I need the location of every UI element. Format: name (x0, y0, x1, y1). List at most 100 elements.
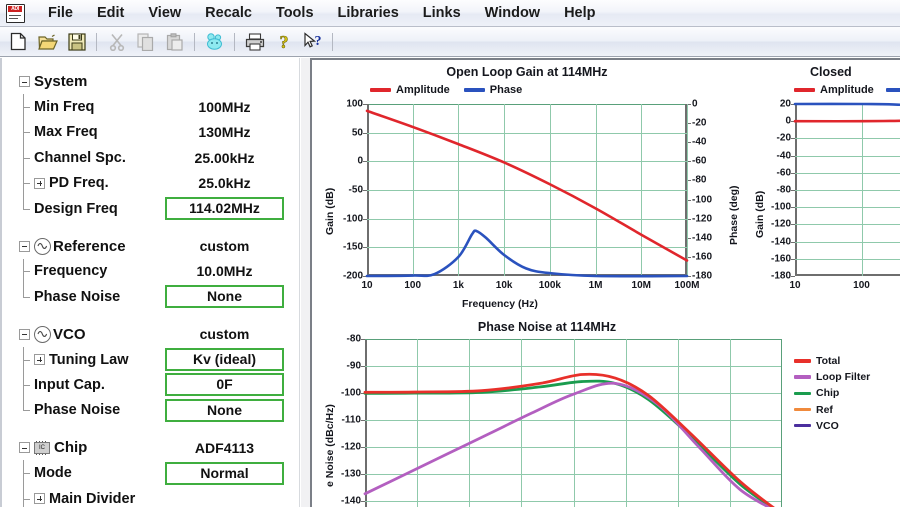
tree-group-value: custom (199, 238, 250, 255)
series-layer (365, 109, 689, 278)
x-tick-label: 100 (853, 280, 870, 291)
tree-row-label: Mode (34, 465, 72, 482)
series-loop-filter (363, 381, 772, 507)
print-icon[interactable] (241, 28, 268, 55)
legend-item-phase: Phase (463, 84, 522, 96)
tree-row-min-freq[interactable]: Min Freq 100MHz (2, 94, 299, 121)
series-phase (365, 229, 689, 278)
open-folder-icon[interactable] (34, 28, 61, 55)
tree-expander-minus-icon[interactable] (19, 76, 30, 88)
series-amplitude (365, 109, 689, 262)
y-tick-label: -150 (342, 241, 363, 253)
tree-row-phase-noise[interactable]: Phase Noise None (2, 397, 299, 423)
y-tick-label: -200 (342, 270, 363, 282)
menu-links[interactable]: Links (413, 2, 471, 24)
tree-row-phase-noise[interactable]: Phase Noise None (2, 284, 299, 309)
series-phase (793, 102, 900, 107)
tree-row-design-freq[interactable]: Design Freq 114.02MHz (2, 195, 299, 221)
y-tick-label: -80 (346, 333, 361, 345)
tree-group-vco[interactable]: VCO custom (2, 322, 299, 347)
recalc-icon[interactable] (201, 28, 228, 55)
tree-row-value[interactable]: 0F (165, 373, 284, 397)
x-tick-label: 10 (361, 280, 373, 291)
y-tick-label: -140 (692, 232, 713, 244)
legend-swatch-ref (794, 407, 811, 412)
tree-row-mode[interactable]: Mode Normal (2, 460, 299, 487)
tree-row-pd-freq[interactable]: PD Freq. 25.0kHz (2, 170, 299, 197)
closed-loop-legend: Amplitude (794, 84, 900, 96)
tree-row-tuning-law[interactable]: Tuning Law Kv (ideal) (2, 346, 299, 373)
tree-connector (19, 397, 31, 423)
open-loop-ylabel-right: Phase (deg) (728, 185, 740, 245)
tree-expander-minus-icon[interactable] (19, 240, 30, 252)
y-tick-label: -160 (770, 253, 791, 265)
copy-icon (132, 28, 159, 55)
menu-file[interactable]: File (38, 2, 83, 24)
new-document-icon[interactable] (5, 28, 32, 55)
tree-row-input-cap[interactable]: Input Cap. 0F (2, 372, 299, 399)
y-tick-label: -20 (776, 132, 791, 144)
chart-closed-loop-gain: Closed Amplitude Gain (dB) 20 0 -20 -40 -60-… (742, 60, 900, 315)
tree-expander-plus-icon[interactable] (34, 177, 45, 189)
y-tick-label: -100 (340, 387, 361, 399)
tree-expander-plus-icon[interactable] (34, 493, 45, 505)
tree-row-frequency[interactable]: Frequency 10.0MHz (2, 258, 299, 285)
tree-row-value: 25.0kHz (198, 175, 251, 192)
tree-row-label: Max Freq (34, 124, 98, 141)
help-pointer-icon[interactable]: ? (299, 28, 326, 55)
x-tick-label: 10k (495, 280, 513, 291)
tree-connector (19, 460, 31, 487)
sine-wave-icon (34, 325, 51, 343)
tree-row-max-freq[interactable]: Max Freq 130MHz (2, 119, 299, 146)
y-tick-label: -40 (692, 136, 707, 148)
open-loop-plot-area[interactable]: 100 50 0 -50 -100 -150 -200 0 -20 -40 -60 -80 -100 -1… (343, 99, 712, 292)
tree-group-gap (2, 423, 299, 435)
tree-connector (19, 372, 31, 399)
tree-row-channel-spc[interactable]: Channel Spc. 25.00kHz (2, 145, 299, 171)
legend-item-chip: Chip (794, 387, 870, 399)
save-floppy-icon[interactable] (63, 28, 90, 55)
x-tick-label: 10M (631, 280, 652, 291)
legend-label-amplitude: Amplitude (820, 84, 874, 96)
tree-group-reference[interactable]: Reference custom (2, 233, 299, 258)
tree-row-value: 10.0MHz (196, 263, 253, 280)
menu-edit[interactable]: Edit (87, 2, 134, 24)
tree-row-value[interactable]: None (165, 285, 284, 309)
menu-help[interactable]: Help (554, 2, 605, 24)
tree-expander-minus-icon[interactable] (19, 442, 30, 454)
legend-label-total: Total (816, 355, 841, 367)
help-question-icon[interactable]: ? (270, 28, 297, 55)
tree-connector (19, 346, 31, 373)
tree-group-system[interactable]: System (2, 69, 299, 94)
tree-row-value[interactable]: 114.02MHz (165, 197, 284, 221)
y-tick-label: -100 (692, 194, 713, 206)
y-tick-label: -110 (341, 414, 361, 426)
gridline-v (687, 104, 688, 276)
tree-row-value[interactable]: Kv (ideal) (165, 348, 284, 372)
legend-item-amplitude: Amplitude (794, 84, 874, 96)
y-tick-label: -100 (342, 213, 363, 225)
tree-expander-plus-icon[interactable] (34, 354, 45, 366)
phase-noise-plot-area[interactable]: -80 -90 -100 -110 -120 -130 -140 (341, 334, 782, 507)
menu-view[interactable]: View (138, 2, 191, 24)
legend-swatch-phase (885, 88, 900, 92)
app-document-icon: ADI (6, 3, 25, 23)
y-tick-label: -50 (348, 184, 363, 196)
closed-loop-plot-area[interactable]: 20 0 -20 -40 -60 -80 -100 -120 -140 -160 -180 10 100… (771, 99, 900, 291)
tree-row-label: Phase Noise (34, 402, 121, 419)
tree-row-main-divider[interactable]: Main Divider (2, 485, 299, 507)
menu-libraries[interactable]: Libraries (328, 2, 409, 24)
panel-splitter[interactable] (301, 58, 310, 507)
tree-group-chip[interactable]: IC Chip ADF4113 (2, 435, 299, 460)
tree-connector (19, 94, 31, 121)
tree-group-gap (2, 310, 299, 322)
tree-row-label: PD Freq. (49, 175, 109, 192)
tree-row-label: Main Divider (49, 490, 136, 507)
menu-window[interactable]: Window (475, 2, 550, 24)
menu-recalc[interactable]: Recalc (195, 2, 262, 24)
tree-row-value[interactable]: None (165, 398, 284, 422)
tree-expander-minus-icon[interactable] (19, 328, 30, 340)
tree-connector (19, 258, 31, 285)
menu-tools[interactable]: Tools (266, 2, 324, 24)
tree-row-value[interactable]: Normal (165, 461, 284, 485)
